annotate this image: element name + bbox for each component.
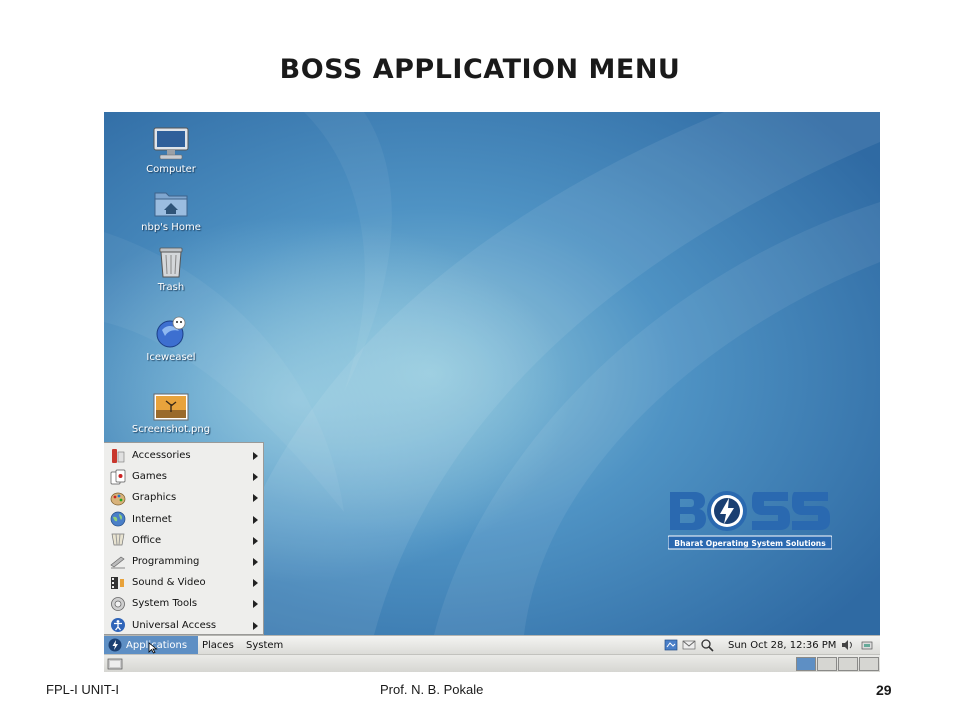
top-panel: Applications Places System Sun Oct 28, 1…	[104, 635, 880, 654]
iceweasel-icon	[156, 316, 186, 348]
workspace-4[interactable]	[859, 657, 879, 671]
menu-item-office[interactable]: Office	[104, 530, 263, 551]
desktop-icon-iceweasel[interactable]: Iceweasel	[116, 314, 226, 363]
applications-menu: Accessories Games Graphics Internet Offi…	[104, 442, 264, 635]
computer-icon	[153, 127, 189, 160]
sound-video-icon	[109, 575, 127, 591]
desktop-icon-label: Computer	[146, 164, 196, 175]
menu-item-label: Internet	[132, 513, 172, 525]
search-icon[interactable]	[700, 638, 714, 652]
internet-icon	[109, 511, 127, 527]
desktop-icon-computer[interactable]: Computer	[116, 126, 226, 175]
menu-item-label: Accessories	[132, 450, 191, 462]
submenu-arrow-icon	[253, 536, 258, 545]
applications-menu-button[interactable]: Applications	[104, 636, 198, 654]
desktop-icon-label: nbp's Home	[141, 222, 201, 233]
menu-item-graphics[interactable]: Graphics	[104, 487, 263, 508]
office-icon	[109, 532, 127, 548]
submenu-arrow-icon	[253, 579, 258, 588]
menu-item-label: Programming	[132, 556, 200, 568]
workspace-3[interactable]	[838, 657, 858, 671]
desktop-icon-label: Screenshot.png	[131, 424, 211, 435]
submenu-arrow-icon	[253, 473, 258, 482]
submenu-arrow-icon	[253, 600, 258, 609]
submenu-arrow-icon	[253, 452, 258, 460]
menu-item-label: Universal Access	[132, 619, 217, 631]
games-icon	[109, 469, 127, 485]
places-menu-button[interactable]: Places	[202, 636, 234, 654]
system-menu-button[interactable]: System	[246, 636, 283, 654]
desktop-screenshot: Computer nbp's Home Trash Iceweasel Scre…	[104, 112, 880, 672]
image-file-icon	[153, 393, 189, 421]
menu-item-accessories[interactable]: Accessories	[104, 445, 263, 466]
desktop-icon-screenshot[interactable]: Screenshot.png	[116, 392, 226, 435]
panel-launchers	[664, 636, 714, 654]
menu-item-label: Games	[132, 471, 167, 483]
mail-launcher-icon[interactable]	[682, 638, 696, 652]
graphics-icon	[109, 490, 127, 506]
footer-author: Prof. N. B. Pokale	[380, 682, 484, 697]
mouse-pointer-icon	[148, 642, 158, 654]
page-number: 29	[876, 682, 892, 698]
menu-item-label: Sound & Video	[132, 577, 206, 589]
desktop-icon-home[interactable]: nbp's Home	[116, 186, 226, 233]
show-desktop-icon[interactable]	[107, 657, 123, 671]
system-tools-icon	[109, 596, 127, 612]
submenu-arrow-icon	[253, 557, 258, 566]
submenu-arrow-icon	[253, 494, 258, 503]
bottom-panel	[104, 654, 880, 672]
firefox-launcher-icon[interactable]	[664, 638, 678, 652]
workspace-1[interactable]	[796, 657, 816, 671]
boss-logo: Bharat Operating System Solutions	[668, 491, 832, 550]
slide-title: BOSS APPLICATION MENU	[279, 54, 681, 85]
workspace-2[interactable]	[817, 657, 837, 671]
menu-item-label: Graphics	[132, 492, 177, 504]
menu-item-games[interactable]: Games	[104, 466, 263, 487]
footer-course: FPL-I UNIT-I	[46, 682, 119, 697]
desktop-icon-label: Iceweasel	[146, 352, 196, 363]
volume-icon[interactable]	[840, 638, 854, 652]
accessories-icon	[109, 448, 127, 464]
menu-item-label: Office	[132, 534, 162, 546]
universal-access-icon	[109, 617, 127, 633]
menu-item-label: System Tools	[132, 598, 198, 610]
menu-item-sound-video[interactable]: Sound & Video	[104, 572, 263, 593]
menu-item-system-tools[interactable]: System Tools	[104, 593, 263, 614]
trash-icon	[159, 247, 183, 278]
network-icon[interactable]	[860, 638, 874, 652]
desktop-icon-label: Trash	[157, 282, 185, 293]
boss-foot-icon	[108, 638, 122, 652]
boss-tagline: Bharat Operating System Solutions	[674, 539, 826, 548]
submenu-arrow-icon	[253, 621, 258, 630]
menu-item-universal-access[interactable]: Universal Access	[104, 615, 263, 636]
home-folder-icon	[154, 192, 188, 217]
programming-icon	[109, 554, 127, 570]
desktop-icon-trash[interactable]: Trash	[116, 244, 226, 293]
panel-clock[interactable]: Sun Oct 28, 12:36 PM	[728, 636, 836, 654]
menu-item-internet[interactable]: Internet	[104, 509, 263, 530]
submenu-arrow-icon	[253, 515, 258, 524]
menu-item-programming[interactable]: Programming	[104, 551, 263, 572]
